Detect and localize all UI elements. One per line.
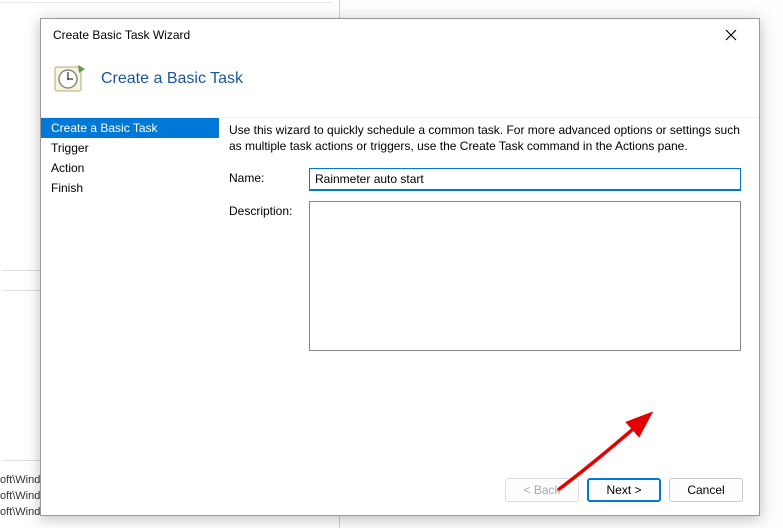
description-row: Description: (229, 201, 741, 351)
description-label: Description: (229, 201, 309, 218)
description-input[interactable] (309, 201, 741, 351)
task-scheduler-icon (51, 61, 87, 97)
bg-border (2, 2, 332, 4)
close-button[interactable] (711, 21, 751, 49)
main-panel: Use this wizard to quickly schedule a co… (219, 118, 759, 462)
window-title: Create Basic Task Wizard (53, 28, 711, 42)
back-button[interactable]: < Back (505, 478, 579, 502)
next-button[interactable]: Next > (587, 478, 661, 502)
titlebar: Create Basic Task Wizard (41, 19, 759, 51)
wizard-sidebar: Create a Basic Task Trigger Action Finis… (41, 118, 219, 462)
name-row: Name: (229, 168, 741, 191)
sidebar-item-trigger[interactable]: Trigger (41, 138, 219, 158)
cancel-button[interactable]: Cancel (669, 478, 743, 502)
instructions-text: Use this wizard to quickly schedule a co… (229, 122, 741, 154)
button-bar: < Back Next > Cancel (41, 465, 759, 515)
name-label: Name: (229, 168, 309, 185)
content-area: Create a Basic Task Trigger Action Finis… (41, 118, 759, 462)
close-icon (725, 29, 737, 41)
page-title: Create a Basic Task (101, 70, 243, 88)
wizard-header: Create a Basic Task (41, 51, 759, 118)
name-input[interactable] (309, 168, 741, 191)
sidebar-item-create-basic-task[interactable]: Create a Basic Task (41, 118, 219, 138)
sidebar-item-action[interactable]: Action (41, 158, 219, 178)
sidebar-item-finish[interactable]: Finish (41, 178, 219, 198)
wizard-dialog: Create Basic Task Wizard Create a Basic … (40, 18, 760, 516)
